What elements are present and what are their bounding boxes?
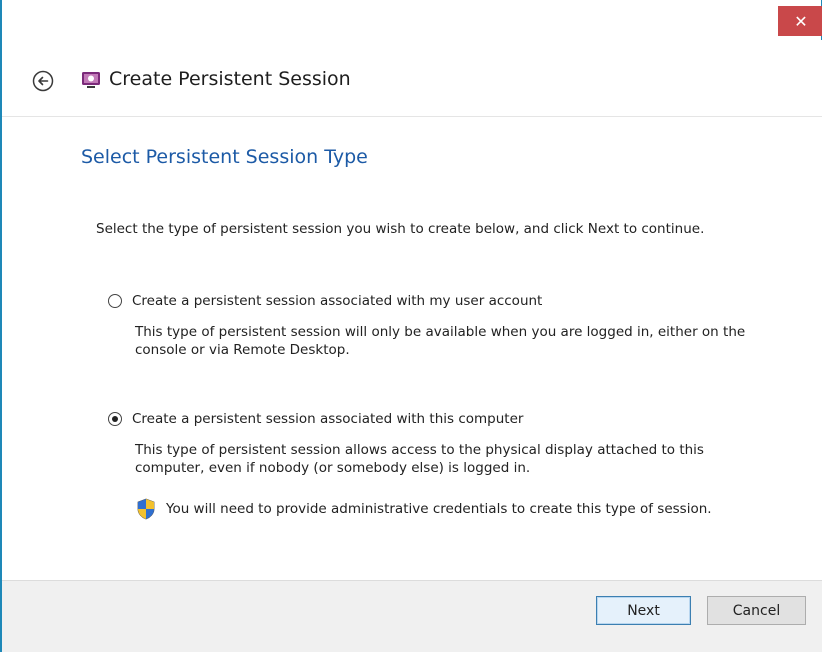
radio-user-account[interactable] [108,294,122,308]
dialog-footer: Next Cancel [2,580,822,652]
dialog-content: Select Persistent Session Type Select th… [2,116,822,581]
back-arrow-icon [32,70,54,92]
close-icon: ✕ [794,11,808,31]
option-description: This type of persistent session will onl… [135,324,746,358]
section-title: Select Persistent Session Type [81,146,368,168]
uac-shield-icon [137,498,155,520]
cancel-button[interactable]: Cancel [707,596,806,625]
option-label[interactable]: Create a persistent session associated w… [132,293,542,309]
back-button[interactable] [32,70,54,92]
admin-note-text: You will need to provide administrative … [166,501,712,517]
next-button[interactable]: Next [596,596,691,625]
remote-session-icon [80,69,102,91]
option-label[interactable]: Create a persistent session associated w… [132,411,523,427]
dialog-title: Create Persistent Session [109,68,351,90]
option-description: This type of persistent session allows a… [135,442,704,476]
dialog-window: ✕ Create Persistent Session Select Persi… [0,0,822,652]
dialog-header: Create Persistent Session [2,40,822,116]
radio-this-computer[interactable] [108,412,122,426]
intro-text: Select the type of persistent session yo… [96,221,705,237]
close-button[interactable]: ✕ [778,6,822,36]
